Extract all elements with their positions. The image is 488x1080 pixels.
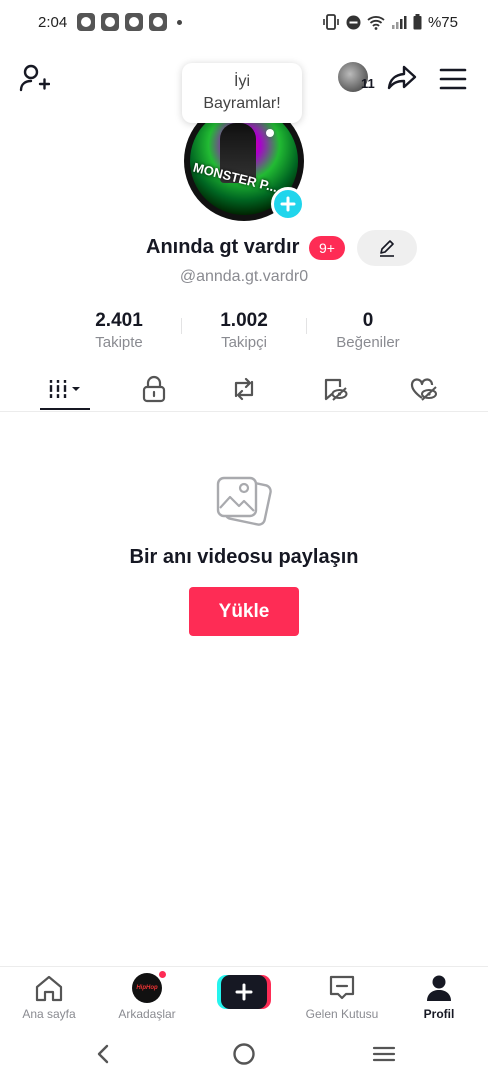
vibrate-icon — [323, 14, 339, 30]
stat-label: Beğeniler — [336, 334, 400, 351]
nav-label: Gelen Kutusu — [305, 1007, 379, 1021]
upload-button[interactable]: Yükle — [189, 587, 299, 636]
active-tab-indicator — [40, 408, 90, 410]
bookmark-hidden-icon — [324, 378, 348, 401]
home-icon — [35, 975, 63, 1002]
heart-hidden-icon — [410, 378, 437, 401]
name-row: Anında gt vardır 9+ — [0, 230, 488, 266]
create-button[interactable] — [217, 975, 271, 1009]
plus-icon — [235, 983, 253, 1001]
snapchat-notification-icon — [149, 13, 168, 31]
snapchat-notification-icon — [101, 13, 120, 31]
stat-value: 2.401 — [95, 310, 143, 331]
note-line1: İyi — [234, 73, 250, 90]
system-nav-bar — [0, 1028, 488, 1080]
status-time: 2:04 — [38, 13, 68, 31]
tab-liked[interactable] — [399, 372, 449, 406]
snapchat-notification-icon — [125, 13, 144, 31]
home-button[interactable] — [229, 1040, 259, 1068]
note-bubble[interactable]: İyi Bayramlar! — [182, 63, 302, 123]
inbox-icon — [329, 975, 355, 1000]
friends-avatar: HipHop — [132, 970, 167, 1003]
menu-icon[interactable] — [438, 66, 468, 92]
snapchat-notification-icon — [77, 13, 96, 31]
profile-stats: 2.401 Takipte 1.002 Takipçi 0 Beğeniler — [0, 310, 488, 356]
tab-private[interactable] — [129, 372, 179, 406]
stat-value: 1.002 — [220, 310, 268, 331]
stat-divider — [181, 318, 182, 334]
tab-videos[interactable] — [40, 372, 90, 406]
stat-value: 0 — [362, 310, 374, 331]
more-notifications-icon — [177, 19, 183, 25]
videos-grid-icon — [48, 380, 80, 398]
home-circle-icon — [233, 1043, 255, 1065]
edit-profile-button[interactable] — [357, 230, 417, 266]
stat-likes[interactable]: 0 Beğeniler — [308, 310, 428, 353]
profile-icon — [427, 975, 451, 1001]
wifi-icon — [367, 15, 385, 30]
friends-notification-dot — [158, 970, 167, 979]
username: @annda.gt.vardr0 — [179, 268, 309, 285]
stat-following[interactable]: 2.401 Takipte — [59, 310, 179, 353]
share-icon[interactable] — [386, 62, 418, 94]
nav-home[interactable]: Ana sayfa — [1, 973, 97, 1027]
plus-icon — [280, 196, 296, 212]
nav-label: Arkadaşlar — [118, 1007, 176, 1021]
nav-label: Profil — [423, 1007, 455, 1021]
pencil-icon — [380, 240, 394, 257]
stat-divider — [306, 318, 307, 334]
empty-state-title: Bir anı videosu paylaşın — [129, 546, 359, 568]
nav-label: Ana sayfa — [22, 1007, 76, 1021]
bubble-tail — [266, 129, 274, 137]
add-friend-icon[interactable] — [18, 62, 50, 94]
back-chevron-icon — [97, 1044, 109, 1064]
add-story-button[interactable] — [271, 187, 305, 221]
tab-reposts[interactable] — [219, 372, 269, 406]
back-button[interactable] — [88, 1040, 118, 1068]
note-line2: Bayramlar! — [203, 95, 281, 112]
stat-label: Takipte — [95, 334, 143, 351]
nav-profile[interactable]: Profil — [391, 973, 487, 1027]
stat-followers[interactable]: 1.002 Takipçi — [184, 310, 304, 353]
story-count: 11 — [361, 76, 375, 91]
photos-icon — [216, 476, 272, 526]
repost-icon — [234, 377, 254, 401]
status-bar: 2:04 %75 — [0, 0, 488, 44]
nav-inbox[interactable]: Gelen Kutusu — [294, 973, 390, 1027]
content-tabs — [0, 366, 488, 412]
recents-button[interactable] — [369, 1040, 399, 1068]
stat-label: Takipçi — [221, 334, 267, 351]
signal-icon — [391, 15, 407, 29]
battery-percent: %75 — [427, 13, 458, 31]
name-badge[interactable]: 9+ — [309, 236, 345, 260]
bottom-nav: Ana sayfa HipHop Arkadaşlar Gelen Kutusu… — [0, 966, 488, 1028]
lock-icon — [142, 375, 166, 403]
dnd-icon — [346, 15, 361, 29]
tab-favorites[interactable] — [310, 372, 360, 406]
display-name: Anında gt vardır — [146, 236, 300, 258]
recents-icon — [372, 1046, 396, 1062]
nav-friends[interactable]: HipHop Arkadaşlar — [99, 970, 195, 1027]
battery-icon — [413, 14, 422, 30]
